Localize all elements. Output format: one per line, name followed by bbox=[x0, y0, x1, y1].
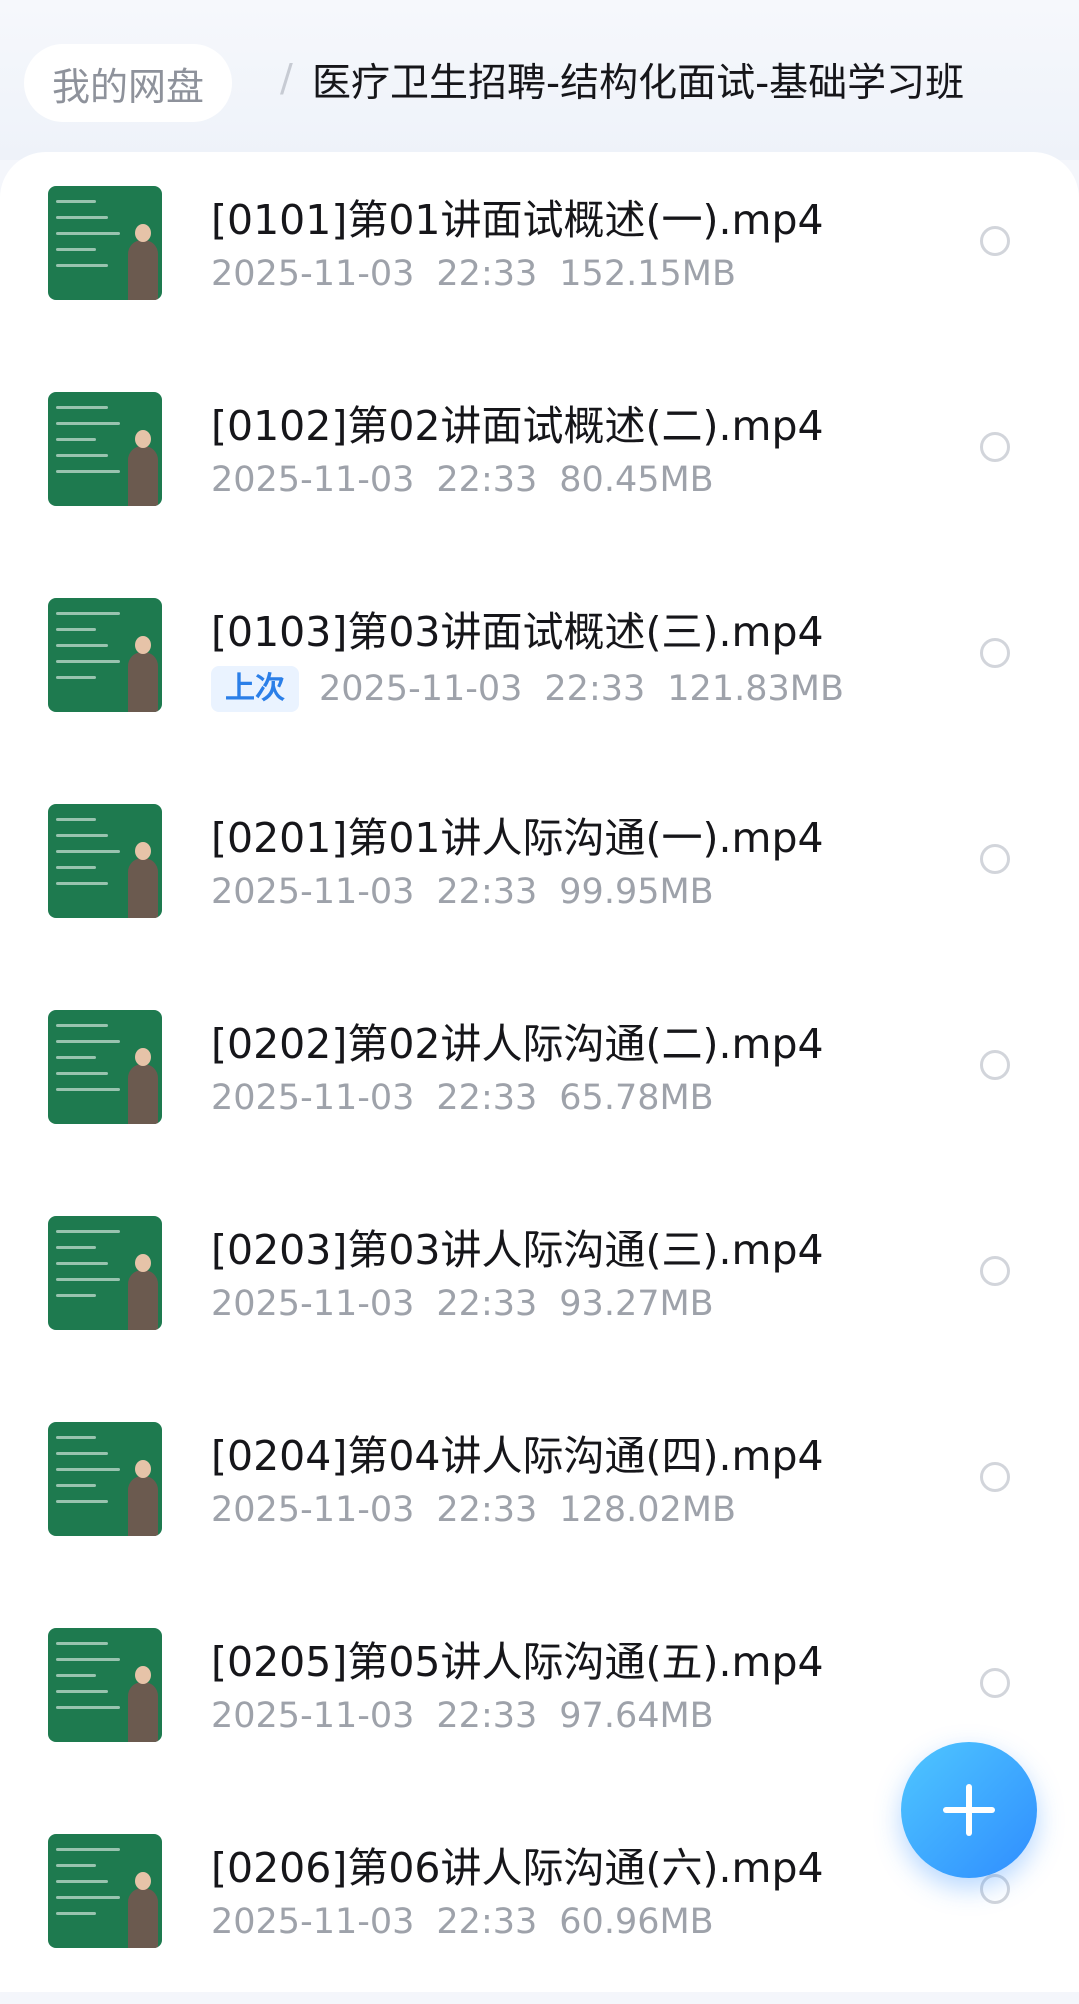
add-button[interactable] bbox=[901, 1742, 1037, 1878]
file-name: [0206]第06讲人际沟通(六).mp4 bbox=[211, 1844, 824, 1892]
file-meta: 2025-11-03 22:33 97.64MB bbox=[211, 1696, 714, 1736]
file-meta: 2025-11-03 22:33 128.02MB bbox=[211, 1490, 736, 1530]
file-row[interactable]: [0202]第02讲人际沟通(二).mp4 2025-11-03 22:33 65.7… bbox=[0, 976, 1079, 1180]
select-radio[interactable] bbox=[980, 844, 1010, 874]
file-date: 2025-11-03 bbox=[211, 1696, 415, 1736]
file-row[interactable]: [0103]第03讲面试概述(三).mp4 上次 2025-11-03 22:33 12… bbox=[0, 564, 1079, 768]
file-name: [0102]第02讲面试概述(二).mp4 bbox=[211, 402, 824, 450]
file-time: 22:33 bbox=[436, 872, 538, 912]
select-radio[interactable] bbox=[980, 432, 1010, 462]
file-meta: 2025-11-03 22:33 99.95MB bbox=[211, 872, 714, 912]
file-size: 121.83MB bbox=[667, 669, 844, 709]
file-meta: 上次 2025-11-03 22:33 121.83MB bbox=[211, 666, 844, 712]
select-radio[interactable] bbox=[980, 226, 1010, 256]
file-row[interactable]: [0203]第03讲人际沟通(三).mp4 2025-11-03 22:33 93.2… bbox=[0, 1182, 1079, 1386]
file-name: [0201]第01讲人际沟通(一).mp4 bbox=[211, 814, 824, 862]
video-thumbnail bbox=[48, 1010, 162, 1124]
file-size: 80.45MB bbox=[559, 460, 714, 500]
file-row[interactable]: [0201]第01讲人际沟通(一).mp4 2025-11-03 22:33 99.9… bbox=[0, 770, 1079, 974]
file-date: 2025-11-03 bbox=[211, 1902, 415, 1942]
select-radio[interactable] bbox=[980, 638, 1010, 668]
file-name: [0205]第05讲人际沟通(五).mp4 bbox=[211, 1638, 824, 1686]
file-date: 2025-11-03 bbox=[211, 1284, 415, 1324]
plus-icon bbox=[943, 1784, 995, 1836]
video-thumbnail bbox=[48, 392, 162, 506]
video-thumbnail bbox=[48, 1216, 162, 1330]
file-name: [0203]第03讲人际沟通(三).mp4 bbox=[211, 1226, 824, 1274]
file-time: 22:33 bbox=[436, 1490, 538, 1530]
select-radio[interactable] bbox=[980, 1874, 1010, 1904]
select-radio[interactable] bbox=[980, 1256, 1010, 1286]
file-date: 2025-11-03 bbox=[211, 254, 415, 294]
video-thumbnail bbox=[48, 1422, 162, 1536]
file-meta: 2025-11-03 22:33 152.15MB bbox=[211, 254, 736, 294]
header: 我的网盘 / 医疗卫生招聘-结构化面试-基础学习班 bbox=[0, 0, 1079, 160]
file-time: 22:33 bbox=[544, 669, 646, 709]
file-name: [0202]第02讲人际沟通(二).mp4 bbox=[211, 1020, 824, 1068]
file-time: 22:33 bbox=[436, 254, 538, 294]
video-thumbnail bbox=[48, 186, 162, 300]
file-meta: 2025-11-03 22:33 80.45MB bbox=[211, 460, 714, 500]
file-meta: 2025-11-03 22:33 65.78MB bbox=[211, 1078, 714, 1118]
last-watched-badge: 上次 bbox=[211, 666, 299, 712]
file-size: 60.96MB bbox=[559, 1902, 714, 1942]
file-size: 152.15MB bbox=[559, 254, 736, 294]
file-date: 2025-11-03 bbox=[211, 872, 415, 912]
file-name: [0101]第01讲面试概述(一).mp4 bbox=[211, 196, 824, 244]
page-title: 医疗卫生招聘-结构化面试-基础学习班 bbox=[312, 61, 965, 106]
file-time: 22:33 bbox=[436, 460, 538, 500]
file-row[interactable]: [0102]第02讲面试概述(二).mp4 2025-11-03 22:33 80.4… bbox=[0, 358, 1079, 562]
file-date: 2025-11-03 bbox=[211, 1078, 415, 1118]
file-time: 22:33 bbox=[436, 1078, 538, 1118]
file-meta: 2025-11-03 22:33 93.27MB bbox=[211, 1284, 714, 1324]
breadcrumb-separator: / bbox=[280, 56, 293, 100]
file-date: 2025-11-03 bbox=[211, 460, 415, 500]
video-thumbnail bbox=[48, 598, 162, 712]
file-size: 93.27MB bbox=[559, 1284, 714, 1324]
file-date: 2025-11-03 bbox=[211, 1490, 415, 1530]
file-meta: 2025-11-03 22:33 60.96MB bbox=[211, 1902, 714, 1942]
file-size: 65.78MB bbox=[559, 1078, 714, 1118]
file-time: 22:33 bbox=[436, 1696, 538, 1736]
video-thumbnail bbox=[48, 1628, 162, 1742]
file-time: 22:33 bbox=[436, 1284, 538, 1324]
file-size: 97.64MB bbox=[559, 1696, 714, 1736]
file-row[interactable]: [0101]第01讲面试概述(一).mp4 2025-11-03 22:33 152.… bbox=[0, 152, 1079, 356]
file-row[interactable]: [0204]第04讲人际沟通(四).mp4 2025-11-03 22:33 128.… bbox=[0, 1388, 1079, 1592]
file-name: [0103]第03讲面试概述(三).mp4 bbox=[211, 608, 824, 656]
video-thumbnail bbox=[48, 804, 162, 918]
breadcrumb-root-label: 我的网盘 bbox=[52, 64, 205, 109]
select-radio[interactable] bbox=[980, 1668, 1010, 1698]
file-size: 128.02MB bbox=[559, 1490, 736, 1530]
video-thumbnail bbox=[48, 1834, 162, 1948]
select-radio[interactable] bbox=[980, 1050, 1010, 1080]
select-radio[interactable] bbox=[980, 1462, 1010, 1492]
file-name: [0204]第04讲人际沟通(四).mp4 bbox=[211, 1432, 824, 1480]
file-date: 2025-11-03 bbox=[319, 669, 523, 709]
file-size: 99.95MB bbox=[559, 872, 714, 912]
file-time: 22:33 bbox=[436, 1902, 538, 1942]
breadcrumb-root-button[interactable]: 我的网盘 bbox=[24, 44, 233, 122]
